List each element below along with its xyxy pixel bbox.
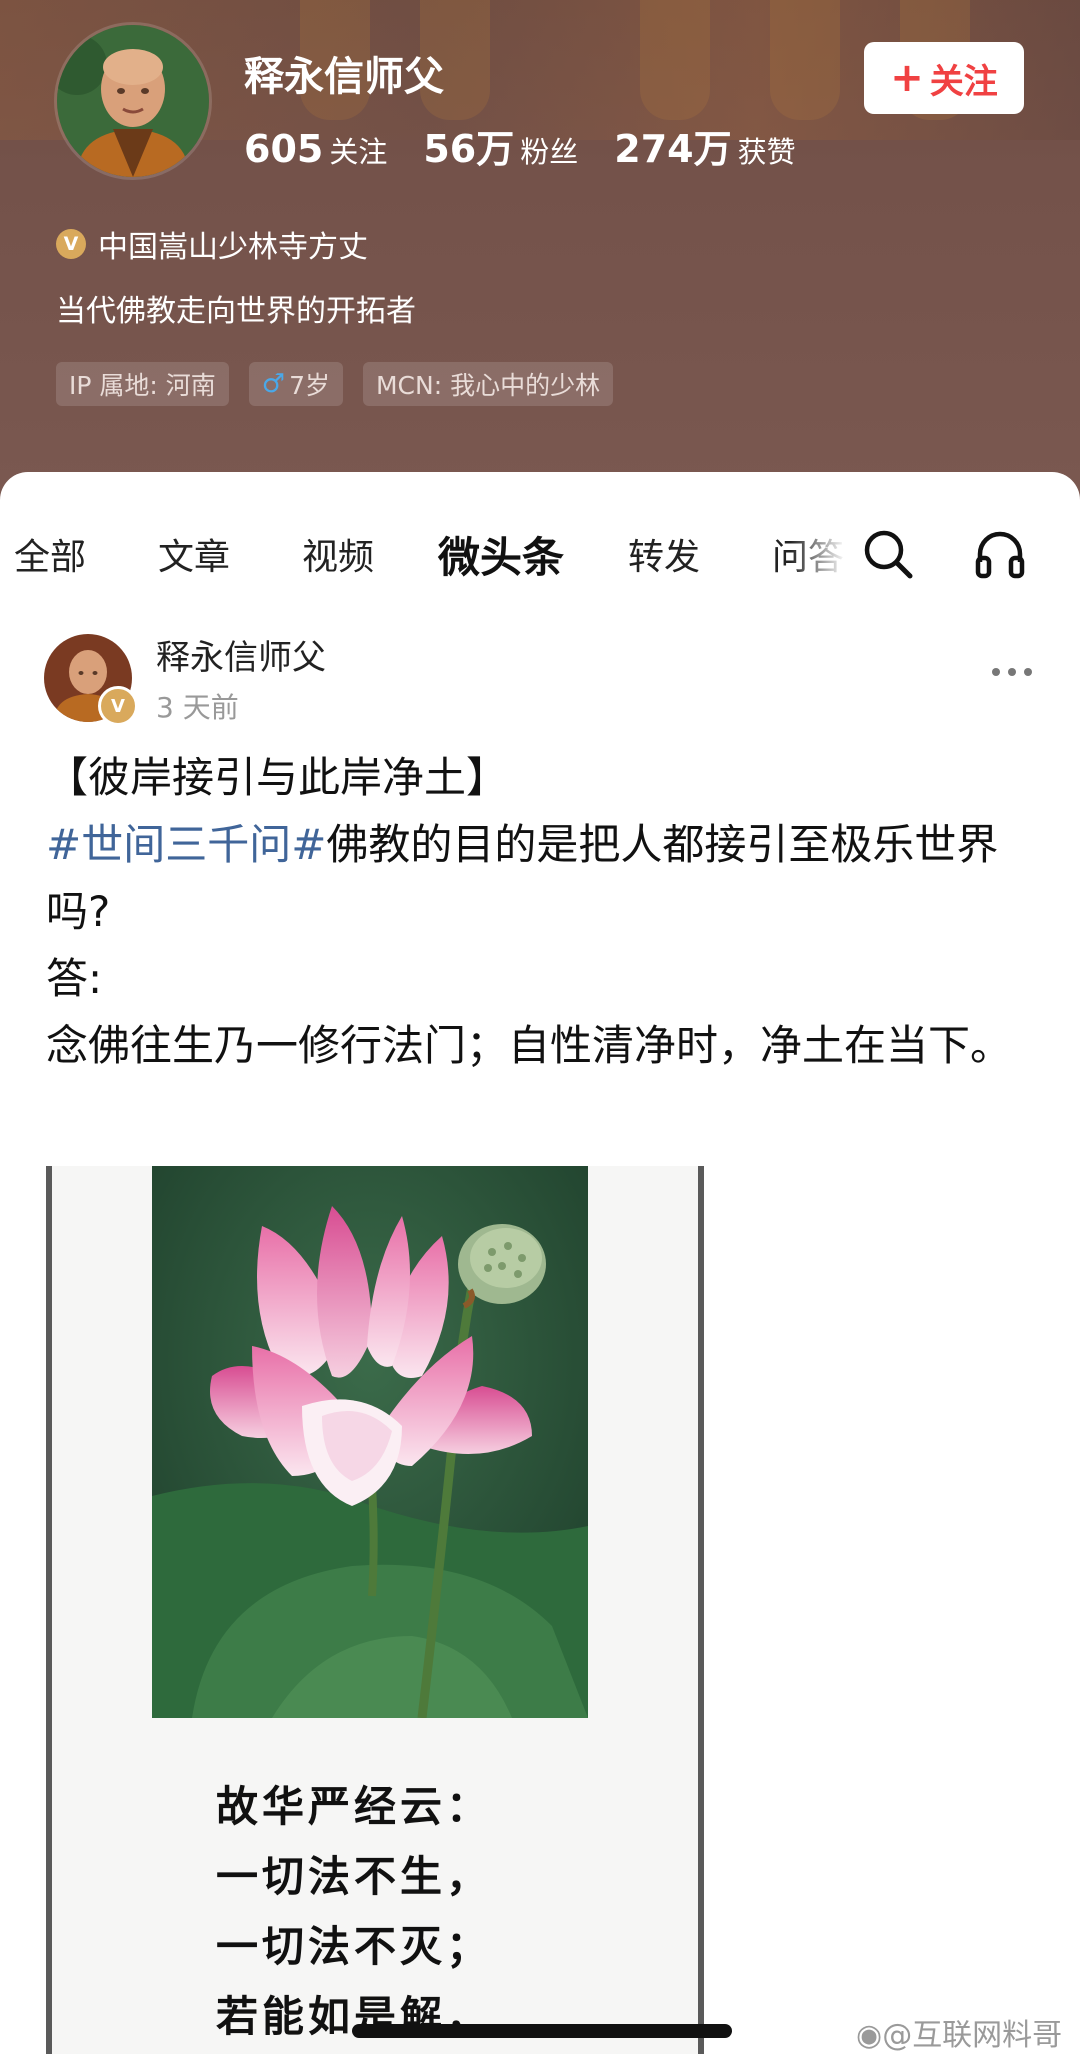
- post-answer: 念佛往生乃一修行法门；自性清净时，净土在当下。: [46, 1021, 1013, 1070]
- search-icon[interactable]: [862, 528, 914, 580]
- verified-title: 中国嵩山少林寺方丈: [98, 230, 368, 265]
- stat-likes-count: 274万: [614, 127, 732, 171]
- image-poem: 故华严经云： 一切法不生， 一切法不灭； 若能如是解，: [216, 1772, 492, 2052]
- poem-line: 一切法不生，: [216, 1852, 493, 1901]
- post-body[interactable]: 【彼岸接引与此岸净土】 #世间三千问#佛教的目的是把人都接引至极乐世界吗? 答:…: [46, 744, 1046, 1079]
- ip-location-tag: IP 属地: 河南: [56, 362, 229, 406]
- post-image[interactable]: 故华严经云： 一切法不生， 一切法不灭； 若能如是解，: [46, 1166, 704, 2054]
- profile-header: 释永信师父 605 关注 56万 粉丝 274万 获赞 + 关注 V 中国嵩山少…: [0, 0, 1080, 500]
- stat-fans[interactable]: 56万 粉丝: [423, 118, 578, 173]
- follow-button[interactable]: + 关注: [864, 42, 1024, 114]
- post-verified-icon: V: [98, 686, 138, 726]
- content-card: 全部 文章 视频 微头条 转发 问答 V 释永信师父 3 天前 【: [0, 472, 1080, 2054]
- poem-line: 故华严经云：: [216, 1782, 493, 1831]
- profile-tags: IP 属地: 河南 ♂ 7岁 MCN: 我心中的少林: [56, 362, 633, 406]
- stat-following-label: 关注: [329, 135, 388, 169]
- tab-micro-headlines[interactable]: 微头条: [438, 524, 564, 585]
- profile-avatar[interactable]: [54, 22, 212, 180]
- headphones-icon[interactable]: [974, 528, 1026, 580]
- tab-fade-overlay: [790, 512, 860, 592]
- post-answer-label: 答:: [46, 954, 103, 1003]
- stat-following[interactable]: 605 关注: [244, 127, 387, 171]
- follow-button-label: 关注: [929, 61, 998, 102]
- stat-fans-count: 56万: [423, 127, 515, 171]
- home-indicator[interactable]: [352, 2024, 732, 2038]
- stat-following-count: 605: [244, 127, 324, 171]
- tab-all[interactable]: 全部: [14, 528, 86, 580]
- poem-line: 一切法不灭；: [216, 1922, 493, 1971]
- post-author-name[interactable]: 释永信师父: [156, 630, 326, 679]
- content-tabs: 全部 文章 视频 微头条 转发 问答: [0, 472, 1080, 632]
- post-timestamp: 3 天前: [156, 691, 239, 724]
- poem-line: 若能如是解，: [216, 1992, 493, 2041]
- profile-bio: 当代佛教走向世界的开拓者: [56, 294, 416, 329]
- post-hashtag[interactable]: #世间三千问#: [46, 820, 326, 869]
- tab-reposts[interactable]: 转发: [628, 528, 700, 580]
- post-question: #世间三千问#佛教的目的是把人都接引至极乐世界吗?: [46, 811, 1046, 945]
- profile-stats: 605 关注 56万 粉丝 274万 获赞: [244, 118, 832, 173]
- age-tag-label: 7岁: [289, 371, 330, 400]
- tab-articles[interactable]: 文章: [158, 528, 230, 580]
- male-icon: ♂: [261, 369, 286, 399]
- verified-icon: V: [56, 229, 86, 259]
- profile-name: 释永信师父: [244, 54, 444, 100]
- stat-likes[interactable]: 274万 获赞: [614, 118, 795, 173]
- verified-info: V 中国嵩山少林寺方丈: [56, 222, 368, 266]
- post-title: 【彼岸接引与此岸净土】: [46, 753, 509, 802]
- lotus-photo: [152, 1166, 588, 1718]
- age-tag: ♂ 7岁: [248, 362, 343, 406]
- plus-icon: +: [890, 55, 924, 101]
- stat-likes-label: 获赞: [737, 135, 796, 169]
- weibo-icon: ◉: [856, 2018, 883, 2053]
- watermark-text: @互联网料哥: [882, 2018, 1063, 2053]
- watermark: ◉@互联网料哥: [856, 2010, 1062, 2054]
- tab-videos[interactable]: 视频: [302, 528, 374, 580]
- more-icon[interactable]: [988, 662, 1036, 682]
- stat-fans-label: 粉丝: [520, 135, 579, 169]
- mcn-tag[interactable]: MCN: 我心中的少林: [362, 362, 614, 406]
